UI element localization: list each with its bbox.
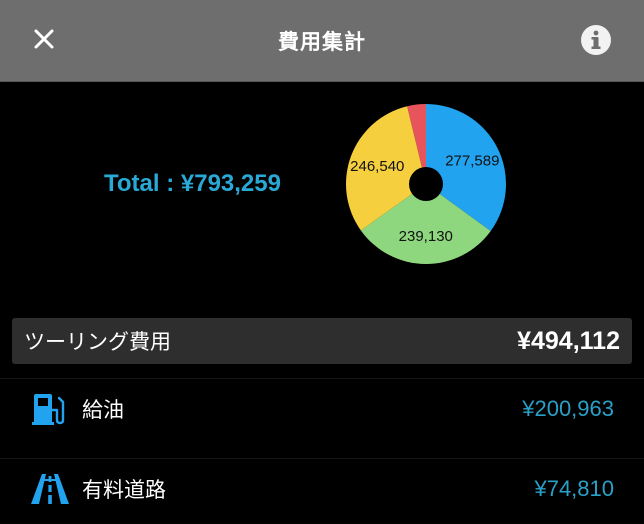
item-name: 給油 [82,397,124,422]
list-item-toll-road[interactable]: 有料道路 ¥74,810 [0,458,644,518]
toll-road-icon [30,470,70,508]
section-amount: ¥494,112 [517,326,620,355]
section-header-touring: ツーリング費用 ¥494,112 [12,318,632,364]
page-title: 費用集計 [278,30,366,54]
pie-slice-label: 277,589 [445,152,499,169]
section-label: ツーリング費用 [24,330,171,354]
pie-slice-label: 239,130 [399,228,453,245]
expense-pie-chart: 277,589 239,130 246,540 [346,104,506,264]
item-name: 有料道路 [82,477,166,502]
pie-center-hole [409,167,443,201]
item-amount: ¥200,963 [522,395,614,421]
list-item-fuel[interactable]: 給油 ¥200,963 [0,378,644,438]
info-icon[interactable] [580,24,612,56]
navigation-bar: 費用集計 [0,0,644,82]
item-amount: ¥74,810 [534,475,614,501]
fuel-pump-icon [30,390,70,428]
total-amount: Total : ¥793,259 [104,170,281,197]
pie-slice-label: 246,540 [350,158,404,175]
